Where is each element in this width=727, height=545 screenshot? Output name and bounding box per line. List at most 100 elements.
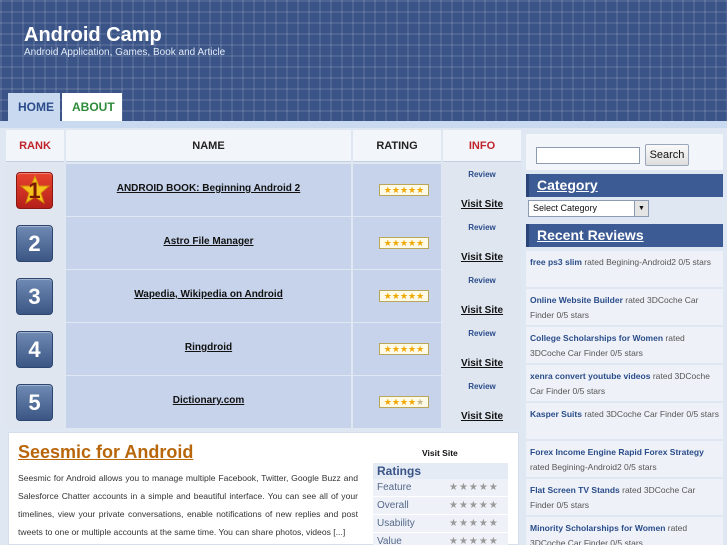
rating-stars: ★★★★★: [449, 518, 499, 529]
star-icon: ★: [416, 291, 425, 301]
header-divider: [0, 121, 727, 128]
rank-cell: 2: [6, 217, 64, 269]
rating-label: Value: [377, 536, 402, 545]
rank-badge: 5: [16, 384, 53, 421]
rating-stars: ★★★★★: [379, 343, 429, 355]
table-row: 1 ANDROID BOOK: Beginning Android 2 ★ ★ ★ ★ ★ R…: [6, 164, 521, 216]
item-name-link[interactable]: Wapedia, Wikipedia on Android: [66, 289, 351, 300]
star-icon: ★: [416, 185, 425, 195]
post-excerpt: Seesmic for Android allows you to manage…: [18, 473, 358, 537]
rank-number: 1: [28, 178, 41, 203]
review-link[interactable]: Review: [443, 382, 521, 391]
star-icon: ★: [383, 397, 392, 407]
search-input[interactable]: [536, 147, 640, 164]
table-row: 2 Astro File Manager ★ ★ ★ ★ ★ Review Visit Site: [6, 217, 521, 269]
nav-home[interactable]: HOME: [8, 93, 60, 121]
rank-badge: 3: [16, 278, 53, 315]
main-nav: HOME ABOUT: [8, 93, 124, 121]
category-select[interactable]: Select Category ▼: [528, 200, 649, 217]
post-visit-link[interactable]: Visit Site: [422, 448, 458, 458]
header-rating: RATING: [353, 130, 441, 162]
header-info: INFO: [443, 130, 521, 162]
review-title-link[interactable]: Forex Income Engine Rapid Forex Strategy: [530, 447, 704, 457]
rank-number: 3: [28, 284, 41, 309]
rating-row: Value ★★★★★: [373, 533, 508, 545]
star-icon: ★: [391, 185, 400, 195]
site-title[interactable]: Android Camp: [24, 24, 162, 47]
item-name-link[interactable]: Ringdroid: [66, 342, 351, 353]
rating-label: Feature: [377, 482, 412, 493]
rating-cell: ★ ★ ★ ★ ★: [353, 323, 441, 375]
review-title-link[interactable]: Kasper Suits: [530, 409, 582, 419]
recent-review-item: College Scholarships for Women rated 3DC…: [526, 327, 723, 365]
recent-review-item: Online Website Builder rated 3DCoche Car…: [526, 289, 723, 327]
star-icon: ★: [416, 238, 425, 248]
ratings-box: Ratings Feature ★★★★★ Overall ★★★★★ Usabilit…: [373, 463, 508, 545]
star-icon: ★: [408, 291, 417, 301]
review-title-link[interactable]: Flat Screen TV Stands: [530, 485, 620, 495]
review-text: rated Begining-Android2 0/5 stars: [530, 462, 657, 472]
star-icon: ★: [408, 344, 417, 354]
review-title-link[interactable]: Minority Scholarships for Women: [530, 523, 665, 533]
review-title-link[interactable]: free ps3 slim: [530, 257, 582, 267]
rank-badge: 2: [16, 225, 53, 262]
header-name: NAME: [66, 130, 351, 162]
rank-cell: 4: [6, 323, 64, 375]
review-title-link[interactable]: College Scholarships for Women: [530, 333, 663, 343]
visit-site-link[interactable]: Visit Site: [443, 199, 521, 210]
item-name-link[interactable]: ANDROID BOOK: Beginning Android 2: [66, 183, 351, 194]
main-content: RANK NAME RATING INFO 1 ANDROID BOOK: Beg…: [6, 130, 521, 545]
chevron-down-icon[interactable]: ▼: [634, 201, 648, 216]
review-link[interactable]: Review: [443, 329, 521, 338]
rating-stars: ★★★★★: [379, 237, 429, 249]
item-name-link[interactable]: Dictionary.com: [66, 395, 351, 406]
item-name-link[interactable]: Astro File Manager: [66, 236, 351, 247]
rating-stars: ★★★★★: [379, 290, 429, 302]
star-icon: ★: [399, 397, 409, 407]
rank-number: 4: [28, 337, 41, 362]
info-cell: Review Visit Site: [443, 376, 521, 428]
table-row: 5 Dictionary.com ★ ★ ★ ★ ★ Review Visit Site: [6, 376, 521, 428]
rank-cell: 1: [6, 164, 64, 216]
star-icon: ★: [383, 344, 392, 354]
rating-stars: ★★★★★: [449, 500, 499, 511]
category-title[interactable]: Category: [526, 174, 723, 197]
nav-about[interactable]: ABOUT: [62, 93, 122, 121]
rank-number: 5: [28, 390, 41, 415]
table-row: 4 Ringdroid ★ ★ ★ ★ ★ Review Visit Site: [6, 323, 521, 375]
search-button[interactable]: Search: [645, 144, 689, 166]
recent-review-item: Forex Income Engine Rapid Forex Strategy…: [526, 441, 723, 479]
name-cell: Wapedia, Wikipedia on Android: [66, 270, 351, 322]
sidebar: Search Category Select Category ▼ Recent…: [526, 130, 723, 545]
recent-review-item: Flat Screen TV Stands rated 3DCoche Car …: [526, 479, 723, 517]
rating-label: Overall: [377, 500, 409, 511]
visit-site-link[interactable]: Visit Site: [443, 252, 521, 263]
visit-site-link[interactable]: Visit Site: [443, 305, 521, 316]
review-link[interactable]: Review: [443, 170, 521, 179]
rank-cell: 3: [6, 270, 64, 322]
star-icon: ★: [399, 344, 409, 354]
post-card: Seesmic for Android Seesmic for Android …: [8, 432, 519, 545]
rating-cell: ★ ★ ★ ★ ★: [353, 164, 441, 216]
ratings-title: Ratings: [373, 463, 508, 479]
rating-label: Usability: [377, 518, 415, 529]
review-title-link[interactable]: xenra convert youtube videos: [530, 371, 650, 381]
rating-row: Usability ★★★★★: [373, 515, 508, 533]
review-link[interactable]: Review: [443, 223, 521, 232]
rank-number: 2: [28, 231, 41, 256]
info-cell: Review Visit Site: [443, 323, 521, 375]
recent-review-item: Minority Scholarships for Women rated 3D…: [526, 517, 723, 545]
post-title[interactable]: Seesmic for Android: [18, 442, 193, 463]
rank-cell: 5: [6, 376, 64, 428]
visit-site-link[interactable]: Visit Site: [443, 358, 521, 369]
star-icon: ★: [399, 185, 409, 195]
review-link[interactable]: Review: [443, 276, 521, 285]
site-header: Android Camp Android Application, Games,…: [0, 0, 727, 128]
rating-stars: ★★★★★: [379, 184, 429, 196]
info-cell: Review Visit Site: [443, 164, 521, 216]
recent-reviews-title[interactable]: Recent Reviews: [526, 224, 723, 247]
star-icon: ★: [408, 238, 417, 248]
review-title-link[interactable]: Online Website Builder: [530, 295, 623, 305]
visit-site-link[interactable]: Visit Site: [443, 411, 521, 422]
star-icon: ★: [391, 291, 400, 301]
